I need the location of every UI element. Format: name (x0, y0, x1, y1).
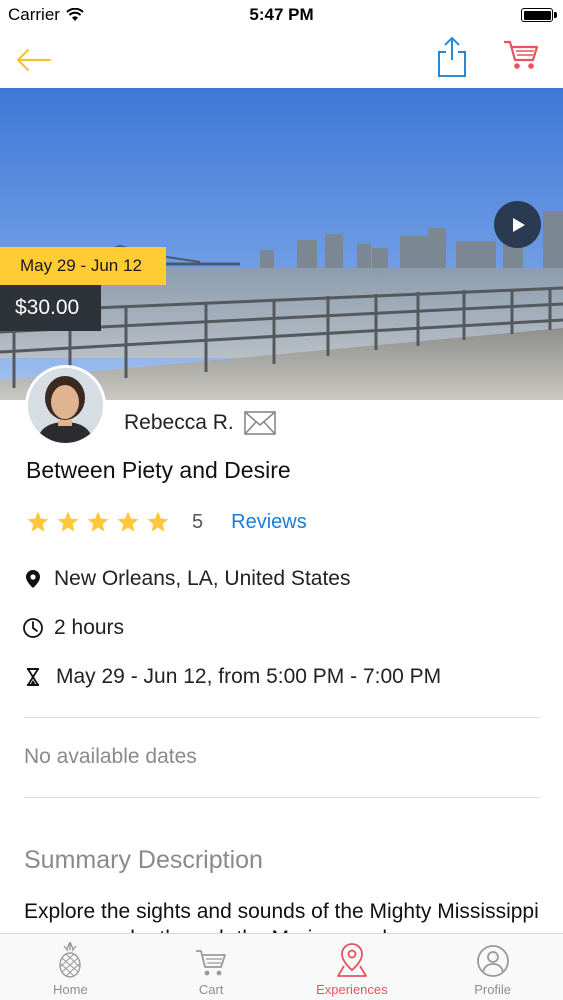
hero-image: May 29 - Jun 12 $30.00 (0, 88, 563, 400)
duration-text: 2 hours (54, 616, 125, 639)
availability-text: No available dates (24, 745, 197, 768)
host-avatar[interactable] (25, 365, 106, 446)
play-icon (512, 217, 525, 232)
profile-icon (476, 942, 510, 978)
rating-row: 5 Reviews (26, 507, 307, 537)
riverfront-photo (0, 88, 563, 400)
duration-row: 2 hours (22, 613, 124, 643)
location-text: New Orleans, LA, United States (54, 567, 351, 590)
experience-title: Between Piety and Desire (26, 457, 291, 483)
tab-bar: Home Cart Experiences Profile (0, 933, 563, 1000)
tab-label: Profile (474, 982, 512, 997)
star-icon (27, 511, 49, 532)
pineapple-icon (53, 941, 87, 978)
summary-heading: Summary Description (24, 846, 263, 874)
schedule-text: May 29 - Jun 12, from 5:00 PM - 7:00 PM (56, 665, 442, 688)
map-pin-icon (335, 942, 369, 978)
rating-count: 5 (192, 510, 204, 533)
price-badge: $30.00 (0, 285, 101, 331)
share-icon[interactable] (435, 34, 469, 78)
battery-icon (521, 8, 557, 22)
star-icon (87, 511, 109, 532)
star-icon (57, 511, 79, 532)
status-bar: Carrier 5:47 PM (0, 0, 563, 30)
play-video-button[interactable] (494, 201, 541, 248)
schedule-row: May 29 - Jun 12, from 5:00 PM - 7:00 PM (22, 662, 441, 692)
hourglass-icon (22, 666, 44, 688)
mail-icon[interactable] (244, 411, 276, 435)
tab-experiences[interactable]: Experiences (282, 934, 423, 1000)
tab-profile[interactable]: Profile (422, 934, 563, 1000)
tab-label: Experiences (316, 982, 388, 997)
cart-icon (194, 942, 228, 978)
status-time: 5:47 PM (249, 5, 314, 24)
nav-bar (0, 30, 563, 88)
divider (24, 717, 540, 718)
tab-label: Cart (198, 982, 224, 997)
location-pin-icon (22, 568, 44, 590)
tab-home[interactable]: Home (0, 934, 141, 1000)
host-name[interactable]: Rebecca R. (124, 411, 234, 435)
back-arrow-icon[interactable] (12, 42, 56, 78)
reviews-link[interactable]: Reviews (231, 511, 307, 534)
date-range-badge: May 29 - Jun 12 (0, 247, 166, 285)
clock-icon (22, 617, 44, 639)
location-row: New Orleans, LA, United States (22, 564, 350, 594)
tab-label: Home (53, 982, 88, 997)
star-icon (117, 511, 139, 532)
star-icon (147, 511, 169, 532)
cart-icon[interactable] (502, 38, 540, 72)
divider (24, 797, 540, 798)
tab-cart[interactable]: Cart (141, 934, 282, 1000)
star-rating (26, 510, 170, 534)
